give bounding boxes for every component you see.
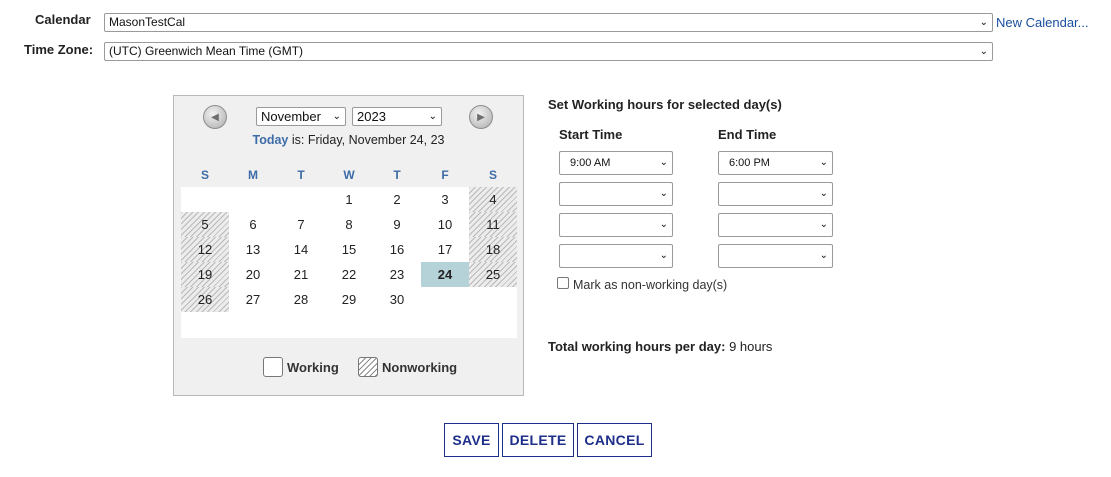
calendar-day[interactable]: 21	[277, 262, 325, 287]
calendar-day[interactable]: 26	[181, 287, 229, 312]
calendar-day[interactable]: 11	[469, 212, 517, 237]
chevron-down-icon: ⌄	[659, 219, 668, 230]
chevron-down-icon: ⌄	[659, 157, 668, 168]
chevron-down-icon: ⌄	[979, 46, 988, 57]
chevron-down-icon: ⌄	[819, 219, 828, 230]
new-calendar-link[interactable]: New Calendar...	[996, 15, 1089, 30]
calendar-day-today[interactable]: 24	[421, 262, 469, 287]
calendar-day[interactable]: 23	[373, 262, 421, 287]
calendar-day[interactable]: 4	[469, 187, 517, 212]
calendar-day[interactable]: 13	[229, 237, 277, 262]
calendar-day[interactable]: 3	[421, 187, 469, 212]
calendar-day[interactable]: 6	[229, 212, 277, 237]
day-header: W	[343, 168, 355, 182]
today-text: is: Friday, November 24, 23	[288, 133, 445, 147]
calendar-label: Calendar	[35, 12, 91, 27]
calendar-day[interactable]: 30	[373, 287, 421, 312]
start-time-select[interactable]: ⌄	[559, 244, 673, 268]
calendar-day[interactable]: 14	[277, 237, 325, 262]
month-select[interactable]: November ⌄	[256, 107, 346, 126]
nonworking-legend-label: Nonworking	[382, 360, 458, 375]
save-button[interactable]: SAVE	[444, 423, 499, 457]
calendar-day[interactable]: 17	[421, 237, 469, 262]
timezone-select-value: (UTC) Greenwich Mean Time (GMT)	[109, 44, 304, 58]
calendar-day[interactable]: 10	[421, 212, 469, 237]
calendar-select[interactable]: MasonTestCal ⌄	[104, 13, 993, 32]
end-time-select[interactable]: 6:00 PM ⌄	[718, 151, 833, 175]
timezone-label: Time Zone:	[24, 42, 94, 57]
chevron-down-icon: ⌄	[819, 188, 828, 199]
end-time-select[interactable]: ⌄	[718, 182, 833, 206]
end-time-select[interactable]: ⌄	[718, 244, 833, 268]
nonworking-checkbox-label: Mark as non-working day(s)	[573, 278, 728, 292]
today-link[interactable]: Today	[253, 133, 289, 147]
total-hours-value: 9 hours	[725, 339, 773, 354]
chevron-down-icon: ⌄	[428, 111, 437, 122]
calendar-empty-cell	[469, 287, 517, 312]
calendar-day[interactable]: 5	[181, 212, 229, 237]
nonworking-legend-swatch	[358, 357, 378, 377]
chevron-down-icon: ⌄	[819, 250, 828, 261]
working-legend-label: Working	[287, 360, 339, 375]
calendar-empty-cell	[229, 187, 277, 212]
calendar-day[interactable]: 8	[325, 212, 373, 237]
calendar-day[interactable]: 22	[325, 262, 373, 287]
end-time-select[interactable]: ⌄	[718, 213, 833, 237]
calendar-empty-cell	[421, 287, 469, 312]
working-hours-title: Set Working hours for selected day(s)	[548, 97, 782, 112]
chevron-down-icon: ⌄	[332, 111, 341, 122]
chevron-down-icon: ⌄	[659, 250, 668, 261]
calendar-panel: ◀ November ⌄ 2023 ⌄ ▶ Today is: Friday, …	[173, 95, 524, 396]
triangle-right-icon: ▶	[477, 111, 485, 123]
day-header: M	[248, 168, 258, 182]
end-time-value: 6:00 PM	[729, 157, 770, 169]
day-header: T	[393, 168, 401, 182]
start-time-select[interactable]: ⌄	[559, 182, 673, 206]
calendar-day[interactable]: 16	[373, 237, 421, 262]
cancel-button[interactable]: CANCEL	[577, 423, 652, 457]
chevron-down-icon: ⌄	[819, 157, 828, 168]
calendar-select-value: MasonTestCal	[109, 15, 186, 29]
total-hours: Total working hours per day: 9 hours	[548, 339, 772, 354]
total-hours-label: Total working hours per day:	[548, 339, 726, 354]
start-time-select[interactable]: 9:00 AM ⌄	[559, 151, 673, 175]
day-header: F	[441, 168, 449, 182]
start-time-header: Start Time	[559, 127, 623, 142]
day-header: S	[488, 168, 497, 182]
calendar-day[interactable]: 19	[181, 262, 229, 287]
calendar-day[interactable]: 7	[277, 212, 325, 237]
prev-month-button[interactable]: ◀	[203, 105, 227, 129]
calendar-day[interactable]: 29	[325, 287, 373, 312]
working-legend-swatch	[263, 357, 283, 377]
triangle-left-icon: ◀	[211, 111, 219, 123]
calendar-day[interactable]: 9	[373, 212, 421, 237]
calendar-day[interactable]: 15	[325, 237, 373, 262]
calendar-day[interactable]: 25	[469, 262, 517, 287]
calendar-day[interactable]: 28	[277, 287, 325, 312]
year-select[interactable]: 2023 ⌄	[352, 107, 442, 126]
calendar-day[interactable]: 2	[373, 187, 421, 212]
nonworking-checkbox[interactable]	[557, 277, 569, 289]
today-line: Today is: Friday, November 24, 23	[174, 133, 523, 147]
day-header: T	[297, 168, 305, 182]
calendar-day[interactable]: 27	[229, 287, 277, 312]
day-header: S	[200, 168, 209, 182]
end-time-header: End Time	[718, 127, 777, 142]
start-time-value: 9:00 AM	[570, 157, 611, 169]
chevron-down-icon: ⌄	[979, 17, 988, 28]
timezone-select[interactable]: (UTC) Greenwich Mean Time (GMT) ⌄	[104, 42, 993, 61]
next-month-button[interactable]: ▶	[469, 105, 493, 129]
calendar-day[interactable]: 18	[469, 237, 517, 262]
calendar-day[interactable]: 12	[181, 237, 229, 262]
delete-button[interactable]: DELETE	[502, 423, 574, 457]
chevron-down-icon: ⌄	[659, 188, 668, 199]
calendar-day[interactable]: 1	[325, 187, 373, 212]
start-time-select[interactable]: ⌄	[559, 213, 673, 237]
calendar-day[interactable]: 20	[229, 262, 277, 287]
calendar-empty-cell	[277, 187, 325, 212]
calendar-empty-cell	[181, 187, 229, 212]
calendar-grid: 1 2 3 4 5 6 7 8 9 10 11 12 13 14 15 16 17 18 19 20 21 22 23 24 2…	[181, 187, 517, 338]
